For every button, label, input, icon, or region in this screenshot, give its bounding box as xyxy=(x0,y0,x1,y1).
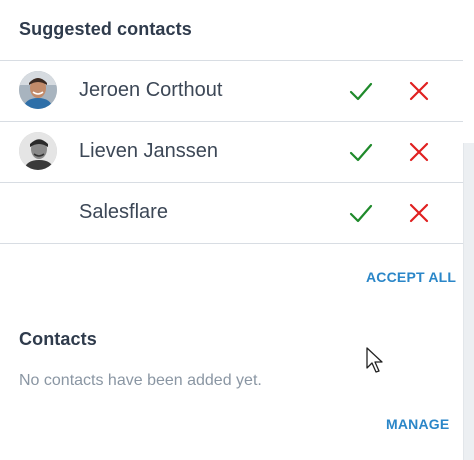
accept-contact-button[interactable] xyxy=(348,78,374,104)
contacts-title: Contacts xyxy=(19,329,97,349)
avatar xyxy=(19,71,57,109)
scrollbar[interactable] xyxy=(463,143,474,460)
contact-name: Lieven Janssen xyxy=(79,140,218,162)
person-photo-avatar-icon xyxy=(19,132,57,170)
accept-contact-button[interactable] xyxy=(348,200,374,226)
contact-name: Jeroen Corthout xyxy=(79,79,223,101)
suggested-contact-row: Lieven Janssen xyxy=(0,121,463,181)
suggested-contact-row: Jeroen Corthout xyxy=(0,60,463,120)
avatar xyxy=(19,132,57,170)
accept-contact-button[interactable] xyxy=(348,139,374,165)
mouse-pointer-icon xyxy=(366,347,383,373)
suggested-contacts-panel: Suggested contacts Jeroen Corthout Lieve… xyxy=(0,0,474,460)
empty-contacts-message: No contacts have been added yet. xyxy=(19,372,262,389)
person-photo-avatar-icon xyxy=(19,71,57,109)
accept-all-button[interactable]: ACCEPT ALL xyxy=(366,269,456,285)
reject-contact-button[interactable] xyxy=(406,139,432,165)
contact-name: Salesflare xyxy=(79,201,168,223)
suggested-contact-row: Salesflare xyxy=(0,182,463,244)
reject-contact-button[interactable] xyxy=(406,78,432,104)
reject-contact-button[interactable] xyxy=(406,200,432,226)
manage-button[interactable]: MANAGE xyxy=(386,416,449,432)
suggested-contacts-title: Suggested contacts xyxy=(19,19,192,39)
